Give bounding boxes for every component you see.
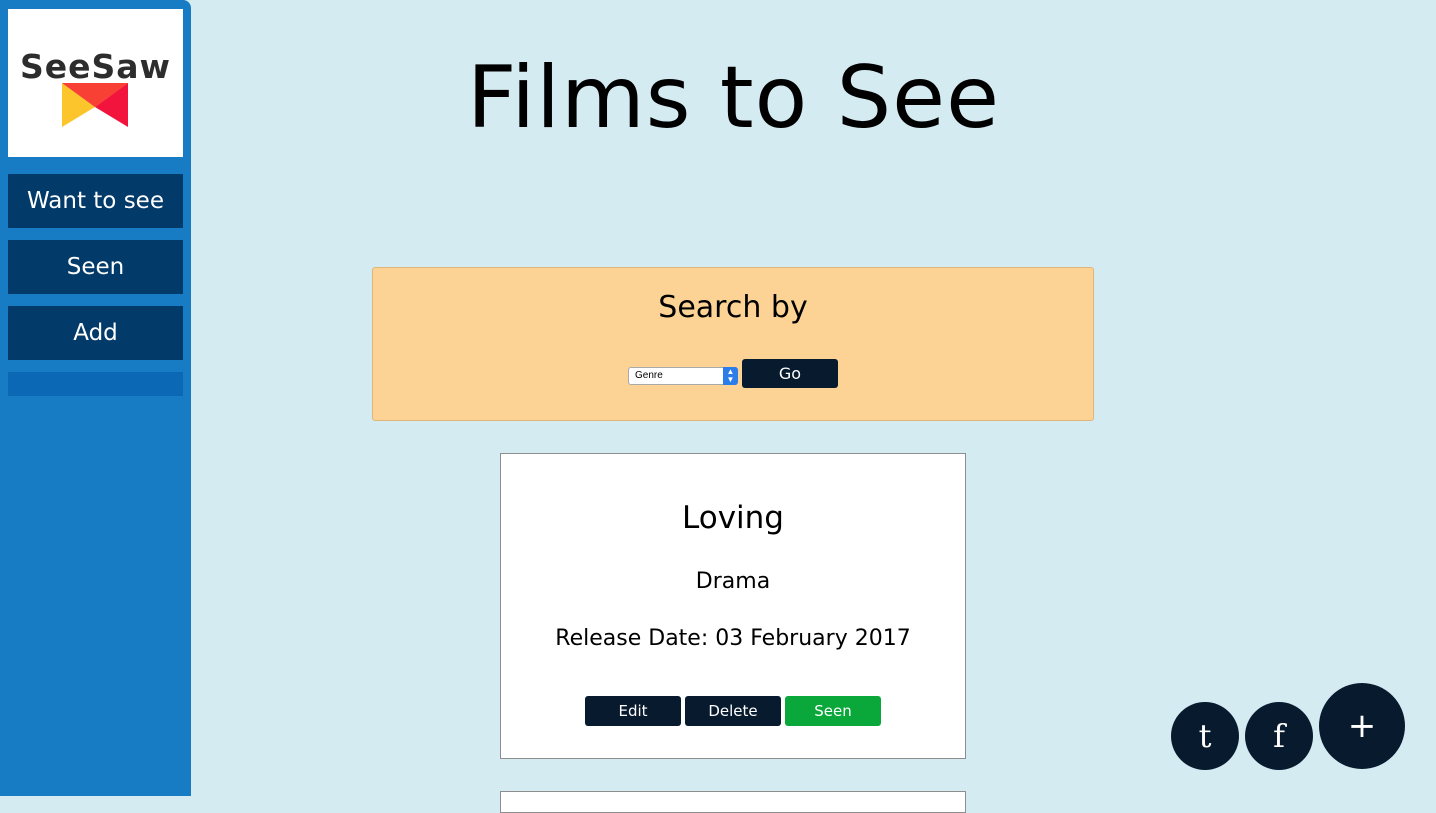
- film-genre: Drama: [695, 569, 771, 594]
- tumblr-icon: t: [1198, 717, 1212, 755]
- sidebar: SeeSaw Want to see Seen Add: [0, 0, 191, 796]
- tumblr-button[interactable]: t: [1171, 702, 1239, 770]
- plus-icon: +: [1347, 706, 1377, 746]
- film-card: Loving Drama Release Date: 03 February 2…: [500, 453, 966, 759]
- seen-button[interactable]: Seen: [785, 696, 881, 726]
- logo-text: SeeSaw: [19, 47, 172, 86]
- facebook-icon: f: [1273, 717, 1285, 755]
- sidebar-item-seen[interactable]: Seen: [8, 240, 183, 294]
- search-select[interactable]: Genre ▲ ▼: [628, 367, 738, 385]
- sidebar-item-empty[interactable]: [8, 372, 183, 396]
- search-panel: Search by Genre ▲ ▼ Go: [372, 267, 1094, 421]
- page-title: Films to See: [467, 48, 1000, 148]
- facebook-button[interactable]: f: [1245, 702, 1313, 770]
- sidebar-item-add[interactable]: Add: [8, 306, 183, 360]
- go-button[interactable]: Go: [742, 359, 838, 388]
- select-arrows-icon: ▲ ▼: [723, 367, 738, 385]
- search-title: Search by: [658, 290, 808, 325]
- film-card: [500, 791, 966, 813]
- search-select-value: Genre: [635, 370, 663, 381]
- add-button[interactable]: +: [1319, 683, 1405, 769]
- film-release-date: Release Date: 03 February 2017: [555, 626, 911, 651]
- delete-button[interactable]: Delete: [685, 696, 781, 726]
- film-title: Loving: [682, 500, 784, 536]
- edit-button[interactable]: Edit: [585, 696, 681, 726]
- sidebar-item-want-to-see[interactable]: Want to see: [8, 174, 183, 228]
- logo-mark-icon: [62, 83, 128, 127]
- logo[interactable]: SeeSaw: [8, 9, 183, 157]
